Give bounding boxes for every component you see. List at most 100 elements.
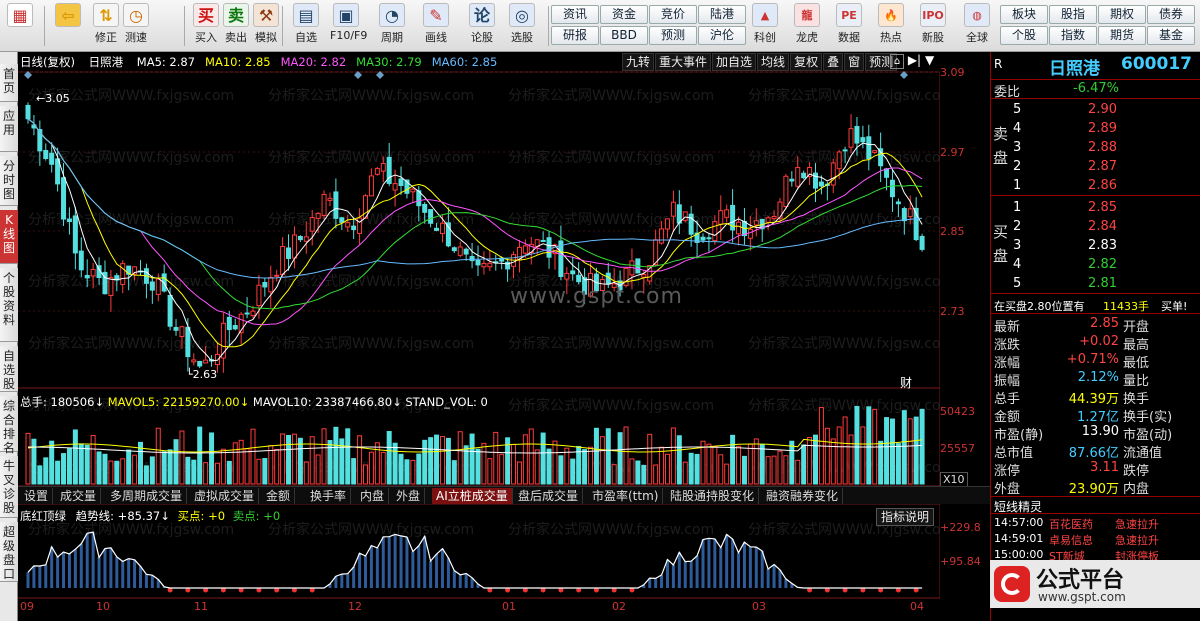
sell-level-row[interactable]: 4 2.89 [991,121,1200,139]
left-tab[interactable]: 超级盘口 [0,522,18,582]
新股-button[interactable]: IPO 新股 [914,3,952,49]
卖出-button[interactable]: 卖卖出 [220,3,252,49]
stat-row: 外盘 23.90万 内盘 [991,478,1200,497]
测速-button[interactable]: ◷ 测速 [120,3,152,49]
indicator-tab[interactable]: 陆股通持股变化 [666,488,760,504]
热点-button[interactable]: 🔥 热点 [872,3,910,49]
indicator-tab[interactable]: AI立桩成交量 [432,488,513,504]
volume-bar [789,440,795,485]
sell-level-row[interactable]: 3 2.88 [991,140,1200,158]
candle-body [463,248,469,255]
market-button[interactable]: 基金 [1147,26,1195,45]
left-tab[interactable]: 应用 [0,106,18,152]
market-button[interactable]: 板块 [1000,5,1048,24]
stat-row: 涨停 3.11 跌停 [991,460,1200,479]
选股-button[interactable]: ◎ 选股 [506,3,538,49]
stat-label-2: 最低 [1123,356,1150,371]
market-button[interactable]: 指数 [1049,26,1097,45]
back-arrow-button[interactable]: ⇦ [52,3,84,49]
candle-body [380,163,386,172]
pencil-icon: ✎ [423,3,449,27]
candle-body [688,213,694,235]
F10/F9-button[interactable]: ▣ F10/F9 [330,3,367,49]
buy-level: 4 [1013,257,1022,272]
buy-level-row[interactable]: 4 2.82 [991,257,1200,275]
volume-bar [765,456,771,485]
bg-watermark: 分析家公式网WWW.fxjgsw.com [748,397,940,414]
candle-body [309,217,315,232]
sell-level-row[interactable]: 1 2.86 [991,178,1200,196]
home-button[interactable]: ▦ [4,3,36,49]
indicator-tab[interactable]: 多周期成交量 [106,488,188,504]
cai-marker[interactable]: 财 [900,374,912,391]
vol-unit[interactable]: X10 [940,472,968,487]
left-tab[interactable]: 个股资料 [0,268,18,342]
left-tab[interactable]: 分时图 [0,156,18,206]
indicator-help-button[interactable]: 指标说明 [876,508,935,526]
left-tab[interactable]: 首页 [0,64,18,102]
画线-button[interactable]: ✎ 画线 [420,3,452,49]
科创-button[interactable]: ▲ 科创 [746,3,784,49]
volume-bar [90,434,96,485]
grid-button[interactable]: 竞价 [649,5,697,24]
notice-text: 在买盘2.80位置有 [994,300,1085,313]
sell-level-row[interactable]: 5 2.90 [991,102,1200,120]
grid-button[interactable]: 研报 [551,26,599,45]
indicator-tab[interactable]: 盘后成交量 [514,488,584,504]
market-button[interactable]: 期权 [1098,5,1146,24]
修正-button[interactable]: ⇅ 修正 [90,3,122,49]
grid-button[interactable]: 陆港 [698,5,746,24]
toolbar-button-label: 选股 [511,31,533,44]
left-tab[interactable]: 综合排名 [0,396,18,455]
volume-bar [445,437,451,485]
candle-body [179,326,185,338]
market-button[interactable]: 个股 [1000,26,1048,45]
stat-label: 金额 [994,410,1021,425]
market-button[interactable]: 债券 [1147,5,1195,24]
candle-body [345,222,351,228]
left-tab[interactable]: 自选股 [0,346,18,392]
indicator-tab[interactable]: 成交量 [56,488,102,504]
candle-body [718,210,724,225]
模拟-button[interactable]: ⚒ 模拟 [250,3,282,49]
volume-bar [439,436,445,485]
indicator-tab[interactable]: 融资融券变化 [762,488,844,504]
stat-label-2: 跌停 [1123,464,1150,479]
indicator-tab[interactable]: 内盘 [356,488,390,504]
grid-button[interactable]: 沪伦 [698,26,746,45]
candle-body [398,178,404,187]
left-tab[interactable]: 牛叉诊股 [0,456,18,518]
volume-bar [901,410,907,485]
数据-button[interactable]: PE 数据 [830,3,868,49]
grid-button[interactable]: BBD [600,26,648,45]
龙虎-button[interactable]: 龍龙虎 [788,3,826,49]
volume-bar [724,463,730,485]
toolbar-button-label: 测速 [125,31,147,44]
indicator-tab[interactable]: 市盈率(ttm) [588,488,664,504]
buy-level-row[interactable]: 1 2.85 [991,200,1200,218]
volume-bar [653,464,659,485]
data-icon: PE [836,3,862,27]
indicator-tab[interactable]: 设置 [20,488,54,504]
自选-button[interactable]: ▤ 自选 [290,3,322,49]
grid-button[interactable]: 资讯 [551,5,599,24]
candle-body [410,188,416,193]
market-button[interactable]: 期货 [1098,26,1146,45]
buy-level-row[interactable]: 2 2.84 [991,219,1200,237]
volume-bar [114,460,120,485]
buy-level-row[interactable]: 3 2.83 [991,238,1200,256]
grid-button[interactable]: 资金 [600,5,648,24]
买入-button[interactable]: 买买入 [190,3,222,49]
market-button[interactable]: 股指 [1049,5,1097,24]
left-tab[interactable]: K线图 [0,210,18,264]
indicator-tab[interactable]: 金额 [262,488,296,504]
grid-button[interactable]: 预测 [649,26,697,45]
indicator-tab[interactable]: 换手率 [306,488,352,504]
buy-level-row[interactable]: 5 2.81 [991,276,1200,294]
论股-button[interactable]: 论论股 [466,3,498,49]
sell-level-row[interactable]: 2 2.87 [991,159,1200,177]
全球-button[interactable]: ◍ 全球 [958,3,996,49]
indicator-tab[interactable]: 虚拟成交量 [190,488,260,504]
indicator-tab[interactable]: 外盘 [392,488,426,504]
周期-button[interactable]: ◔ 周期 [376,3,408,49]
